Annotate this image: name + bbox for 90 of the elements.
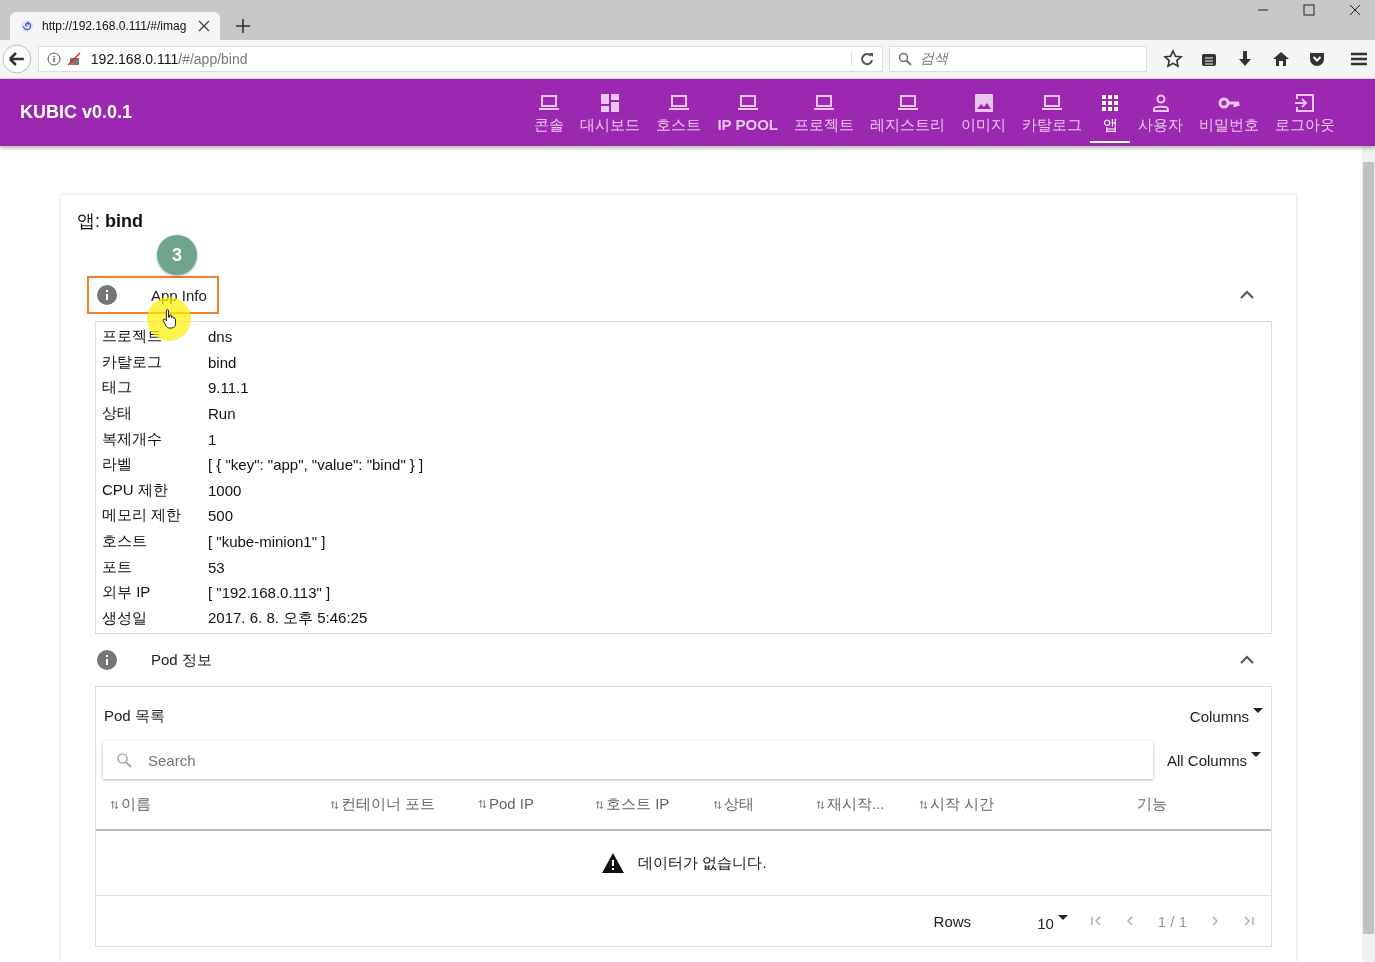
column-header[interactable]: 재시작... <box>816 795 885 815</box>
tab-title: http://192.168.0.111/#/imag <box>42 19 188 33</box>
list-title: Pod 목록 <box>104 706 165 726</box>
nav-item[interactable]: 호스트 <box>648 82 710 143</box>
column-header[interactable]: 이름 <box>110 795 151 815</box>
sort-icon <box>595 799 604 810</box>
nav-item[interactable]: 프로젝트 <box>786 82 862 143</box>
nav-item[interactable]: 레지스트리 <box>862 82 953 143</box>
spiral-icon <box>20 19 34 33</box>
close-icon[interactable] <box>1349 4 1361 16</box>
column-header[interactable]: 시작 시간 <box>919 795 995 815</box>
reload-icon[interactable] <box>850 52 874 66</box>
hand-cursor-icon <box>162 309 176 329</box>
filter-dropdown[interactable]: All Columns <box>1166 751 1261 769</box>
field-label: 라벨 <box>102 455 133 475</box>
field-value: 53 <box>208 558 225 576</box>
caret-icon <box>1253 707 1263 714</box>
info-icon <box>97 285 117 305</box>
page-title: 앱: bind <box>77 210 144 233</box>
nav-item[interactable]: 앱 <box>1090 82 1130 143</box>
field-value: 1000 <box>208 481 242 499</box>
url-text: 192.168.0.111/#/app/bind <box>90 51 249 67</box>
nav-item[interactable]: 대시보드 <box>572 82 649 143</box>
blocked-lock-icon <box>66 52 81 66</box>
sort-icon <box>713 799 722 810</box>
page-indicator: 1 / 1 <box>1157 912 1187 930</box>
field-value: Run <box>208 405 236 423</box>
sort-icon <box>110 799 119 810</box>
field-value: 2017. 6. 8. 오후 5:46:25 <box>208 608 368 628</box>
field-label: CPU 제한 <box>102 480 169 500</box>
field-label: 프로젝트 <box>102 327 163 347</box>
close-icon[interactable] <box>198 20 210 32</box>
column-header[interactable]: 컨테이너 포트 <box>330 795 436 815</box>
caret-icon <box>1251 751 1261 758</box>
column-header[interactable]: 상태 <box>713 795 754 815</box>
field-value: dns <box>208 328 233 346</box>
section-header[interactable]: Pod 정보 <box>87 641 224 680</box>
field-value: 1 <box>208 430 217 448</box>
browser-tab[interactable]: http://192.168.0.111/#/imag <box>10 12 220 40</box>
field-label: 카탈로그 <box>102 352 163 372</box>
field-label: 포트 <box>102 557 133 577</box>
field-value: bind <box>208 353 237 371</box>
field-value: [ { "key": "app", "value": "bind" } ] <box>208 456 424 474</box>
caret-icon <box>1057 914 1068 921</box>
nav-item[interactable]: 로그아웃 <box>1267 82 1343 143</box>
field-value: [ "kube-minion1" ] <box>208 533 326 551</box>
search-icon <box>116 752 132 769</box>
search-field[interactable]: Search <box>103 741 1153 780</box>
nav-item[interactable]: 사용자 <box>1130 82 1191 143</box>
nav-item[interactable]: 이미지 <box>953 82 1014 143</box>
column-header[interactable]: 호스트 IP <box>595 795 670 815</box>
sort-icon <box>330 799 339 810</box>
star-icon[interactable] <box>1163 49 1183 69</box>
chevron-icon[interactable] <box>1240 290 1254 300</box>
maximize-icon[interactable] <box>1303 4 1315 16</box>
info-icon <box>97 650 117 671</box>
warning-icon <box>600 852 627 875</box>
field-label: 외부 IP <box>102 583 152 603</box>
nav-item[interactable]: 콘솔 <box>526 82 573 143</box>
search-icon <box>897 52 912 66</box>
field-label: 생성일 <box>102 608 148 628</box>
address-bar[interactable]: 192.168.0.111/#/app/bind <box>37 46 883 72</box>
empty-message: 데이터가 없습니다. <box>638 853 767 873</box>
field-value: [ "192.168.0.113" ] <box>208 584 331 602</box>
rows-label: Rows <box>933 912 972 930</box>
column-header[interactable]: Pod IP <box>478 795 535 813</box>
step-badge: 3 <box>157 235 197 275</box>
nav-item[interactable]: IP POOL <box>709 82 786 143</box>
scrollbar[interactable] <box>1362 146 1375 962</box>
column-header: 기능 <box>1137 795 1167 813</box>
new-tab-icon[interactable] <box>236 19 250 33</box>
sort-icon <box>816 799 825 810</box>
field-label: 메모리 제한 <box>102 506 183 526</box>
columns-dropdown[interactable]: Columns <box>1189 707 1263 725</box>
search-field[interactable]: 검색 <box>888 46 1147 72</box>
field-value: 500 <box>208 507 234 525</box>
field-label: 복제개수 <box>102 429 163 449</box>
sort-icon <box>919 799 928 810</box>
nav-item[interactable]: 카탈로그 <box>1014 82 1090 143</box>
info-icon <box>46 52 61 66</box>
home-icon[interactable] <box>1271 49 1291 69</box>
field-label: 태그 <box>102 378 133 398</box>
field-value: 9.11.1 <box>208 379 249 397</box>
brand-title[interactable]: KUBIC v0.0.1 <box>20 102 133 123</box>
field-label: 호스트 <box>102 532 148 552</box>
field-label: 상태 <box>102 404 133 424</box>
sort-icon <box>478 798 487 809</box>
chevron-icon[interactable] <box>1240 655 1254 666</box>
rows-per-page-dropdown[interactable]: 10 <box>1037 914 1068 932</box>
nav-item[interactable]: 비밀번호 <box>1191 82 1267 143</box>
